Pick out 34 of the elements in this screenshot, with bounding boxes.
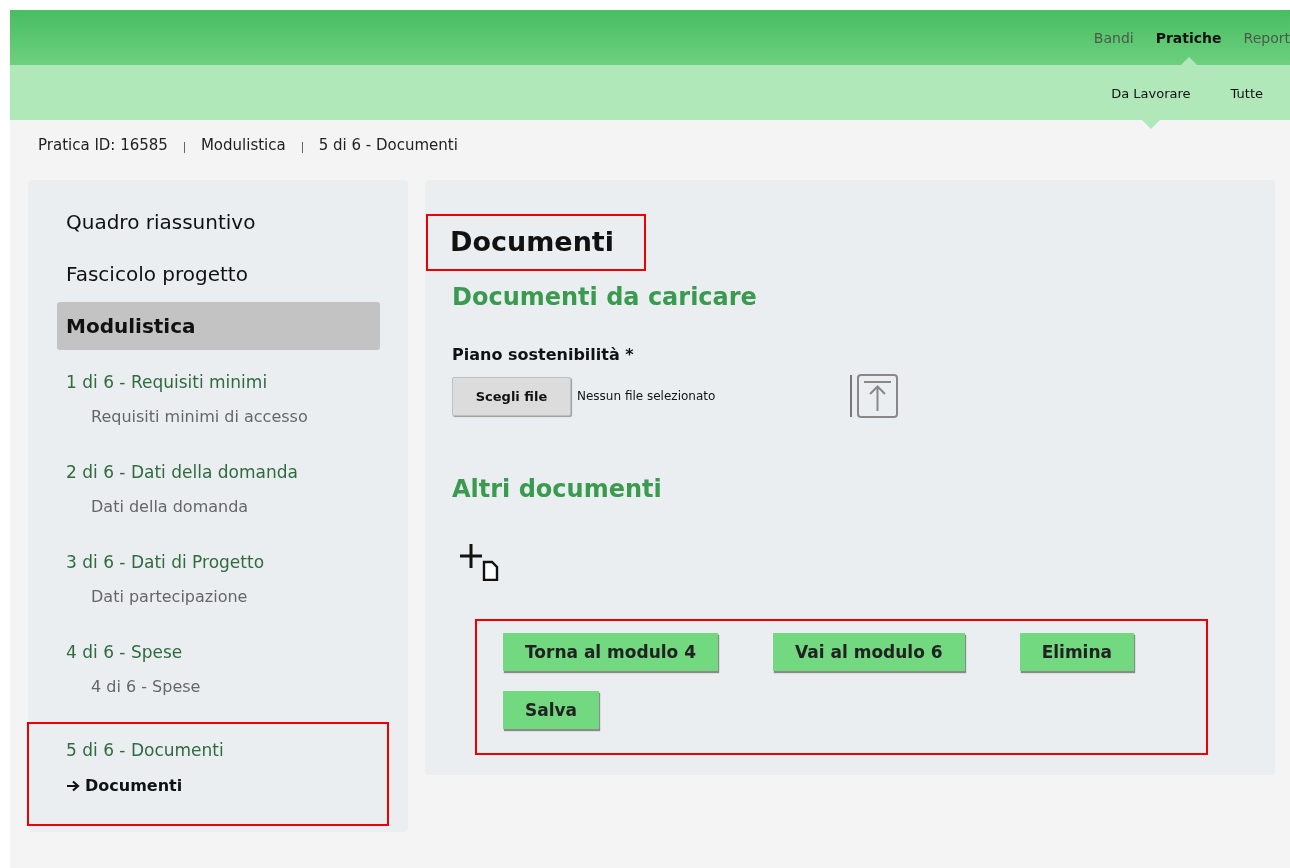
choose-file-button[interactable]: Scegli file — [452, 376, 571, 416]
breadcrumb-item[interactable]: Pratica ID: 16585 — [38, 136, 168, 154]
upload-icon[interactable] — [850, 373, 899, 419]
page-title: Documenti — [450, 226, 615, 257]
step-link[interactable]: Documenti — [85, 776, 183, 795]
step-title[interactable]: 4 di 6 - Spese — [66, 642, 183, 662]
step-link[interactable]: 4 di 6 - Spese — [91, 677, 201, 696]
section-heading: Documenti da caricare — [452, 283, 757, 311]
nav-tab[interactable]: Bandi — [1093, 30, 1134, 46]
file-status: Nessun file selezionato — [577, 389, 717, 403]
breadcrumb-item[interactable]: Modulistica — [200, 136, 286, 154]
sidebar-item[interactable]: Fascicolo progetto — [57, 254, 380, 302]
action-button[interactable]: Torna al modulo 4 — [503, 633, 719, 671]
action-button[interactable]: Salva — [503, 691, 600, 729]
sidebar-item[interactable]: Modulistica — [57, 302, 380, 350]
add-document-icon[interactable] — [459, 543, 499, 581]
sidebar-item[interactable]: Quadro riassuntivo — [57, 202, 380, 250]
action-button[interactable]: Vai al modulo 6 — [773, 633, 965, 671]
step-link[interactable]: Dati partecipazione — [91, 587, 248, 606]
step-link[interactable]: Dati della domanda — [91, 497, 249, 516]
action-button[interactable]: Elimina — [1019, 633, 1134, 671]
step-title[interactable]: 2 di 6 - Dati della domanda — [66, 462, 298, 482]
step-title[interactable]: 3 di 6 - Dati di Progetto — [66, 552, 265, 572]
field-label: Piano sostenibilità * — [452, 345, 634, 364]
arrow-icon — [66, 779, 80, 792]
section-heading: Altri documenti — [452, 475, 662, 503]
step-title[interactable]: 1 di 6 - Requisiti minimi — [66, 372, 268, 392]
nav-tab[interactable]: Report — [1243, 30, 1290, 46]
subnav-tab[interactable]: Tutte — [1230, 86, 1263, 101]
nav-tab[interactable]: Pratiche — [1155, 30, 1222, 46]
step-title[interactable]: 5 di 6 - Documenti — [66, 740, 224, 760]
breadcrumb-item: 5 di 6 - Documenti — [318, 136, 458, 154]
step-link[interactable]: Requisiti minimi di accesso — [91, 407, 308, 426]
subnav-tab[interactable]: Da Lavorare — [1111, 86, 1191, 101]
